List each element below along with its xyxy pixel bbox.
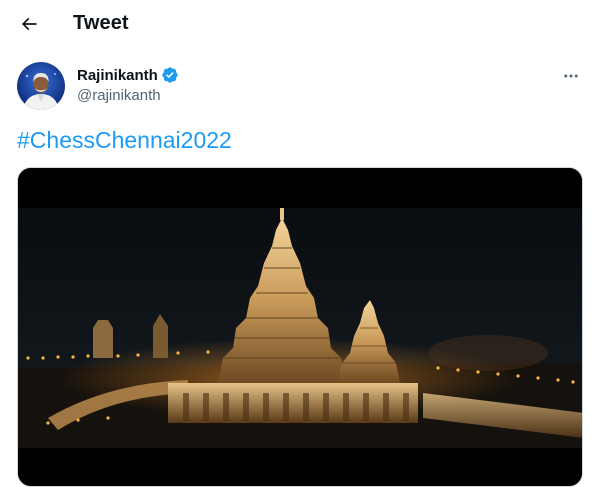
page-header: Tweet [0,0,600,50]
arrow-left-icon [21,17,37,31]
more-horizontal-icon [564,74,578,78]
more-options-button[interactable] [559,64,583,88]
back-button[interactable] [12,7,46,41]
tweet-hashtag-link[interactable]: #ChessChennai2022 [17,126,232,154]
author-name-line: Rajinikanth [77,66,179,84]
temple-night-illustration [18,168,582,486]
author-display-name[interactable]: Rajinikanth [77,67,158,84]
page-title: Tweet [73,12,129,34]
tweet-media-image[interactable] [17,167,583,487]
author-handle[interactable]: @rajinikanth [77,87,161,104]
verified-badge-icon [162,67,178,83]
tweet-author: Rajinikanth @rajinikanth [17,62,583,112]
avatar[interactable] [17,62,65,110]
